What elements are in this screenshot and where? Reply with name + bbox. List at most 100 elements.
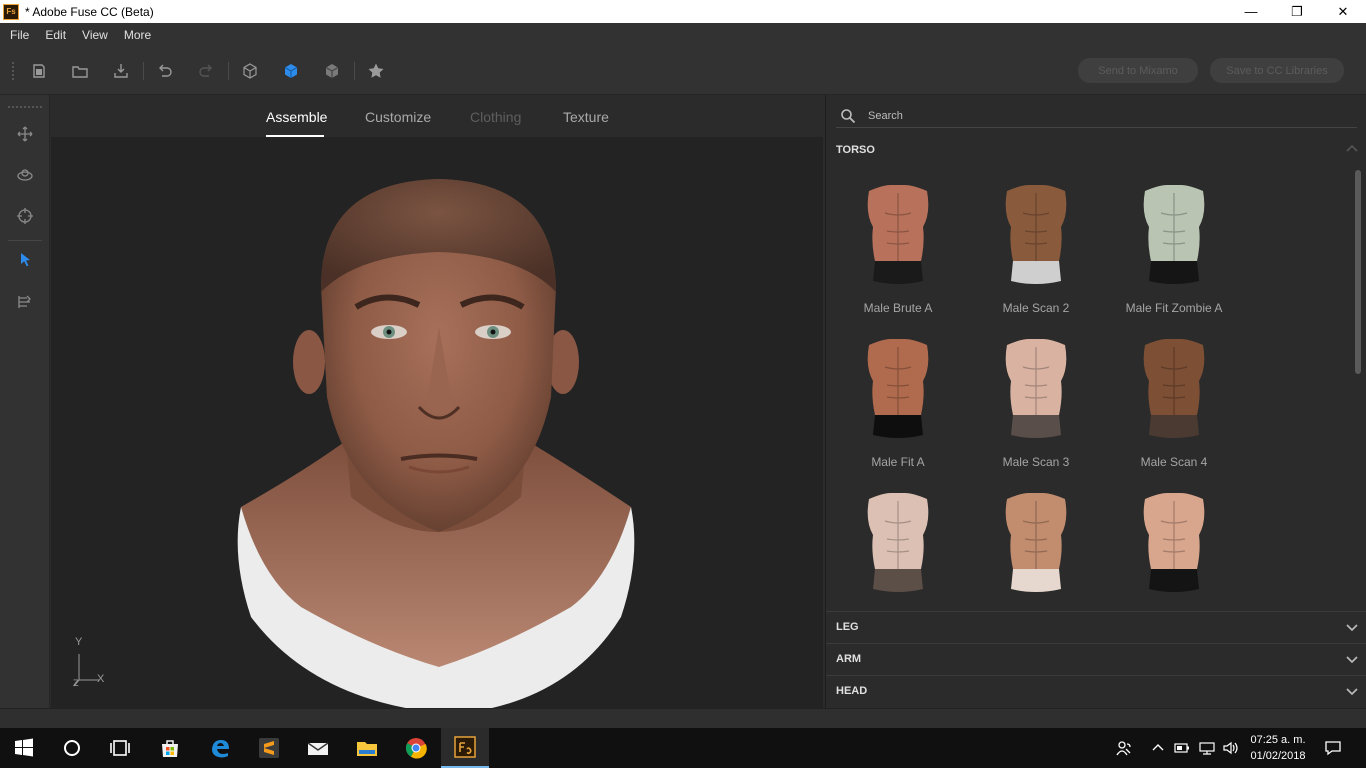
axis-x-label: X (97, 673, 105, 685)
start-icon[interactable] (0, 728, 48, 768)
chrome-icon[interactable] (392, 728, 440, 768)
search-icon (841, 108, 856, 123)
section-head-label: HEAD (836, 685, 868, 697)
torso-item[interactable]: Male Fit Zombie A (1114, 179, 1234, 329)
scrollbar-thumb[interactable] (1355, 170, 1361, 374)
tab-clothing: Clothing (470, 109, 522, 125)
people-icon[interactable] (1110, 728, 1138, 768)
task-view-icon[interactable] (96, 728, 144, 768)
orbit-icon[interactable] (14, 164, 36, 186)
cortana-icon[interactable] (48, 728, 96, 768)
toolbar-divider (143, 62, 144, 80)
network-icon[interactable] (1196, 728, 1218, 768)
tab-texture[interactable]: Texture (563, 109, 609, 125)
minimize-button[interactable]: — (1228, 0, 1274, 23)
tab-assemble[interactable]: Assemble (266, 109, 327, 125)
torso-item[interactable] (1114, 487, 1234, 610)
section-torso[interactable]: TORSO (826, 134, 1366, 165)
redo-icon[interactable] (195, 60, 217, 82)
windows-taskbar: 07:25 a. m. 01/02/2018 (0, 728, 1366, 768)
battery-icon[interactable] (1172, 728, 1192, 768)
pose-icon[interactable] (14, 291, 36, 313)
chevron-down-icon (1346, 624, 1358, 632)
torso-thumbnail (1005, 493, 1067, 592)
show-hidden-icons-chevron-icon[interactable] (1148, 728, 1168, 768)
torso-item[interactable] (976, 487, 1096, 610)
export-icon[interactable] (110, 60, 132, 82)
fuse-app-window: Fs * Adobe Fuse CC (Beta) — ❐ ✕ File Edi… (0, 0, 1366, 768)
taskbar-clock[interactable]: 07:25 a. m. 01/02/2018 (1240, 732, 1316, 764)
volume-icon[interactable] (1220, 728, 1242, 768)
menu-file[interactable]: File (4, 28, 35, 42)
move-icon[interactable] (14, 123, 36, 145)
close-button[interactable]: ✕ (1320, 0, 1366, 23)
axis-y-label: Y (75, 636, 83, 648)
sublime-icon[interactable] (245, 728, 293, 768)
star-icon[interactable] (365, 60, 387, 82)
torso-grid: Male Brute A Male Scan 2 Male Fit Zombie A… (826, 163, 1354, 610)
restore-button[interactable]: ❐ (1274, 0, 1320, 23)
axis-z-label: Z (73, 678, 79, 688)
torso-item-label: Male Fit A (871, 455, 925, 469)
torso-thumbnail (867, 185, 929, 284)
toolbar-divider (228, 62, 229, 80)
torso-thumbnail (1143, 185, 1205, 284)
character-head-model (237, 179, 635, 708)
torso-thumbnail (867, 493, 929, 592)
new-file-icon[interactable] (28, 60, 50, 82)
torso-item-label: Male Fit Zombie A (1125, 301, 1223, 315)
open-folder-icon[interactable] (69, 60, 91, 82)
send-to-mixamo-button[interactable]: Send to Mixamo (1078, 58, 1198, 83)
textured-cube-icon[interactable] (321, 60, 343, 82)
fuse-icon[interactable] (441, 728, 489, 768)
torso-item[interactable] (838, 487, 958, 610)
torso-item-label: Male Brute A (863, 301, 933, 315)
menu-bar: File Edit View More (0, 23, 1366, 46)
3d-viewport[interactable]: Y X Z (51, 137, 823, 708)
section-arm-label: ARM (836, 653, 862, 665)
file-explorer-icon[interactable] (343, 728, 391, 768)
section-head[interactable]: HEAD (826, 675, 1366, 706)
save-to-cc-libraries-button[interactable]: Save to CC Libraries (1210, 58, 1344, 83)
strip-grip (8, 106, 42, 108)
search-bar (836, 104, 1357, 128)
action-center-icon[interactable] (1318, 728, 1348, 768)
title-bar: Fs * Adobe Fuse CC (Beta) — ❐ ✕ (0, 0, 1366, 23)
menu-more[interactable]: More (118, 28, 157, 42)
axis-gizmo: Y X Z (71, 636, 111, 688)
mail-icon[interactable] (294, 728, 342, 768)
chevron-up-icon (1346, 144, 1358, 152)
wireframe-cube-icon[interactable] (239, 60, 261, 82)
search-input[interactable] (868, 109, 1348, 122)
menu-edit[interactable]: Edit (39, 28, 72, 42)
edge-icon[interactable] (196, 728, 244, 768)
undo-icon[interactable] (154, 60, 176, 82)
torso-thumbnail (1143, 493, 1205, 592)
strip-divider (8, 240, 42, 241)
torso-thumbnail (867, 339, 929, 438)
window-controls: — ❐ ✕ (1228, 0, 1366, 23)
torso-item[interactable]: Male Brute A (838, 179, 958, 329)
tab-customize[interactable]: Customize (365, 109, 431, 125)
section-leg-label: LEG (836, 621, 859, 633)
target-icon[interactable] (14, 205, 36, 227)
status-bar (0, 708, 1366, 728)
torso-item[interactable]: Male Scan 2 (976, 179, 1096, 329)
section-leg[interactable]: LEG (826, 611, 1366, 642)
chevron-down-icon (1346, 656, 1358, 664)
torso-item[interactable]: Male Fit A (838, 333, 958, 483)
torso-item[interactable]: Male Scan 4 (1114, 333, 1234, 483)
window-title: * Adobe Fuse CC (Beta) (25, 4, 154, 19)
section-arm[interactable]: ARM (826, 643, 1366, 674)
menu-view[interactable]: View (76, 28, 114, 42)
select-arrow-icon[interactable] (14, 249, 36, 271)
panel-scrollbar[interactable] (1354, 170, 1362, 605)
chevron-down-icon (1346, 688, 1358, 696)
torso-item[interactable]: Male Scan 3 (976, 333, 1096, 483)
toolbar-grip (12, 62, 14, 80)
torso-item-label: Male Scan 3 (1002, 455, 1070, 469)
toolbar-divider (354, 62, 355, 80)
store-icon[interactable] (146, 728, 194, 768)
section-torso-label: TORSO (836, 143, 875, 156)
solid-cube-icon[interactable] (280, 60, 302, 82)
